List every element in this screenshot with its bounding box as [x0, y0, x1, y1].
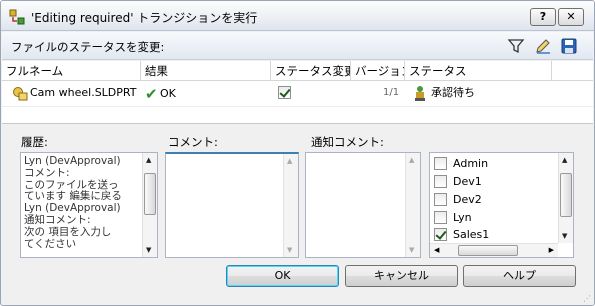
comment-label: コメント: — [168, 135, 218, 149]
close-button[interactable]: ✕ — [558, 8, 584, 26]
version-value: 1/1 — [383, 87, 400, 98]
notify-comment-scrollbar[interactable]: ▲ ▼ — [405, 153, 420, 257]
user-list-hscrollbar[interactable]: ◀ ▶ — [430, 243, 558, 257]
user-checkbox[interactable] — [434, 174, 447, 188]
scroll-up-arrow-icon[interactable]: ▲ — [146, 156, 151, 164]
scroll-right-arrow-icon[interactable]: ▶ — [549, 246, 554, 254]
scroll-left-arrow-icon[interactable]: ◀ — [434, 246, 439, 254]
col-header-result[interactable]: 結果 — [141, 61, 271, 81]
resize-grip-icon[interactable]: ⋰ — [583, 294, 591, 303]
list-item[interactable]: Admin — [434, 156, 488, 174]
help-title-button[interactable]: ? — [530, 8, 556, 26]
scroll-down-arrow-icon[interactable]: ▼ — [287, 246, 292, 254]
comment-input[interactable]: ▲ ▼ — [165, 152, 299, 258]
help-button[interactable]: ヘルプ — [463, 265, 576, 287]
history-text: Lyn (DevApproval) コメント: このファイルを送っ ています 編… — [24, 155, 122, 250]
scroll-down-arrow-icon[interactable]: ▼ — [409, 246, 414, 254]
status-value: 承認待ち — [431, 86, 475, 99]
scroll-thumb[interactable] — [144, 173, 156, 215]
user-list-vscrollbar[interactable]: ▲ ▼ — [558, 153, 573, 243]
table-row[interactable]: Cam wheel.SLDPRT ✔ OK 1/1 承認待ち — [2, 81, 593, 107]
list-item[interactable]: Dev2 — [434, 192, 482, 210]
transition-app-icon — [9, 9, 25, 25]
notify-comment-input[interactable]: ▲ ▼ — [305, 152, 421, 258]
user-name: Dev2 — [453, 193, 482, 206]
col-header-status[interactable]: ステータス — [405, 61, 552, 81]
panel-header: ファイルのステータスを変更: — [2, 32, 593, 60]
part-file-icon — [13, 87, 28, 101]
status-change-checkbox[interactable] — [278, 85, 297, 100]
scroll-down-arrow-icon[interactable]: ▼ — [146, 246, 151, 254]
notify-comment-label: 通知コメント: — [311, 135, 384, 149]
edit-icon[interactable] — [534, 37, 552, 55]
ok-check-icon: ✔ — [145, 85, 158, 103]
user-name: Dev1 — [453, 175, 482, 188]
ok-button[interactable]: OK — [226, 265, 339, 287]
user-checkbox[interactable] — [434, 156, 447, 170]
scroll-thumb[interactable] — [560, 173, 572, 217]
col-header-fullname[interactable]: フルネーム — [2, 61, 141, 81]
scroll-up-arrow-icon[interactable]: ▲ — [562, 156, 567, 164]
user-checkbox[interactable] — [434, 227, 447, 241]
scroll-up-arrow-icon[interactable]: ▲ — [287, 157, 292, 165]
window-title: 'Editing required' トランジションを実行 — [31, 11, 258, 25]
filter-icon[interactable] — [507, 37, 525, 55]
title-bar[interactable]: 'Editing required' トランジションを実行 ? ✕ — [1, 1, 594, 31]
file-name: Cam wheel.SLDPRT — [30, 86, 137, 99]
user-name: Lyn — [453, 211, 472, 224]
scroll-down-arrow-icon[interactable]: ▼ — [562, 232, 567, 240]
file-grid: フルネーム 結果 ステータス変更 バージョン ステータス Cam wheel.S… — [2, 61, 593, 124]
user-name: Admin — [453, 157, 489, 170]
list-item[interactable]: Dev1 — [434, 174, 482, 192]
scroll-up-arrow-icon[interactable]: ▲ — [409, 156, 414, 164]
col-header-extra — [552, 61, 593, 81]
user-list[interactable]: Admin Dev1 Dev2 Lyn Sales1 ▲ ▼ ◀ ▶ — [429, 152, 574, 258]
pending-status-icon — [415, 86, 425, 101]
col-header-status-change[interactable]: ステータス変更 — [271, 61, 351, 81]
history-label: 履歴: — [21, 135, 48, 149]
history-scrollbar[interactable]: ▲ ▼ — [142, 153, 157, 257]
save-icon[interactable] — [560, 37, 578, 55]
cancel-button[interactable]: キャンセル — [345, 265, 458, 287]
comment-scrollbar[interactable]: ▲ ▼ — [283, 154, 298, 257]
user-name: Sales1 — [453, 228, 490, 241]
panel-header-label: ファイルのステータスを変更: — [11, 40, 165, 54]
user-checkbox[interactable] — [434, 192, 447, 206]
list-item[interactable]: Lyn — [434, 210, 472, 228]
history-box[interactable]: Lyn (DevApproval) コメント: このファイルを送っ ています 編… — [20, 152, 158, 258]
col-header-version[interactable]: バージョン — [351, 61, 405, 81]
result-value: OK — [160, 87, 176, 100]
user-checkbox[interactable] — [434, 210, 447, 224]
hscroll-thumb[interactable] — [458, 245, 518, 256]
dialog-window: 'Editing required' トランジションを実行 ? ✕ ファイルのス… — [0, 0, 595, 306]
